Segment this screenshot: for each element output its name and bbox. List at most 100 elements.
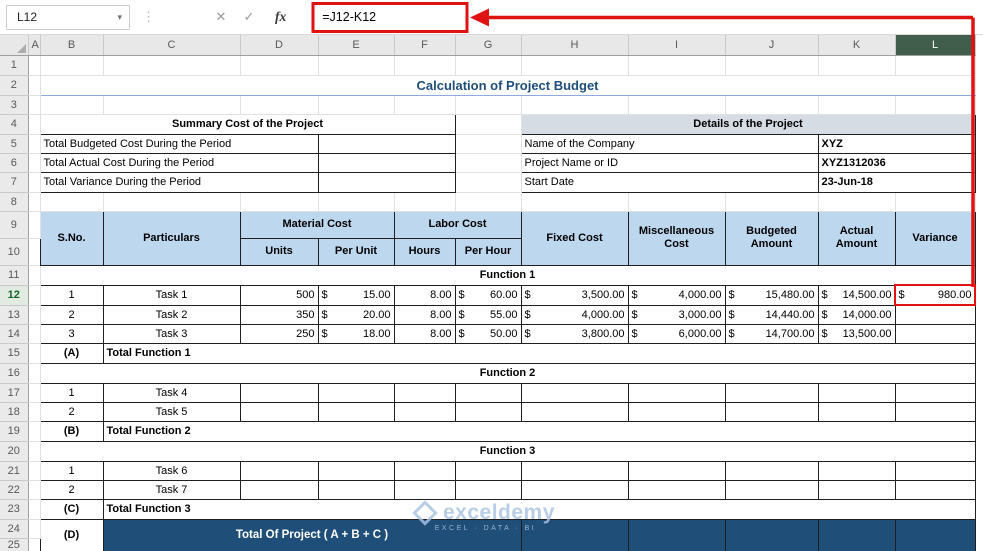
cell[interactable] [40,192,104,212]
cell[interactable]: Task 6 [102,460,241,481]
cell[interactable] [317,382,395,403]
cell[interactable] [627,479,726,500]
cell[interactable]: $13,500.00 [817,323,896,344]
cell[interactable] [817,401,896,422]
cell[interactable] [28,538,41,551]
cell[interactable] [817,382,896,403]
column-header[interactable]: E [318,35,395,56]
cell[interactable] [393,479,456,500]
cell[interactable] [28,153,41,173]
cell[interactable]: 8.00 [393,304,456,325]
cell[interactable] [239,401,319,422]
cell[interactable]: 1 [39,382,104,403]
cell[interactable] [627,460,726,481]
summary-label[interactable]: Total Variance During the Period [39,171,319,193]
summary-label[interactable]: Total Actual Cost During the Period [39,152,319,173]
col-header-units[interactable]: Units [239,237,319,266]
formula-input[interactable]: =J12-K12 [322,10,376,24]
cell[interactable] [455,95,522,115]
row-header[interactable]: 15 [0,343,29,364]
row-header[interactable]: 19 [0,421,29,442]
cell[interactable] [393,460,456,481]
cell[interactable] [28,172,41,193]
cell[interactable]: $14,000.00 [817,304,896,325]
row-header[interactable]: 6 [0,153,29,173]
cell[interactable]: Task 5 [102,401,241,422]
cell[interactable] [817,460,896,481]
row-header[interactable]: 14 [0,324,29,344]
total-function-2[interactable]: Total Function 2 [102,420,976,442]
details-value[interactable]: 23-Jun-18 [817,171,976,193]
cell[interactable] [28,519,41,539]
cell[interactable] [103,192,241,212]
select-all-corner[interactable] [0,35,29,56]
row-header[interactable]: 2 [0,75,29,96]
cell[interactable] [28,441,41,462]
cell[interactable] [455,114,522,135]
cell[interactable] [28,343,41,364]
col-header-actual[interactable]: Actual Amount [817,210,896,266]
cell[interactable] [393,401,456,422]
cell[interactable]: 1 [39,460,104,481]
col-header-sno[interactable]: S.No. [39,210,104,266]
column-header[interactable]: K [818,35,896,56]
insert-function-icon[interactable]: fx [275,9,286,25]
highlighted-variance-cell[interactable]: $980.00 [894,284,976,306]
col-header-per-hour[interactable]: Per Hour [454,237,522,266]
cell[interactable] [318,95,395,115]
cell[interactable] [628,192,726,212]
column-header[interactable]: B [40,35,104,56]
cell[interactable] [40,55,104,76]
cell[interactable] [724,460,819,481]
column-header[interactable]: G [455,35,522,56]
cell[interactable] [818,95,896,115]
row-header[interactable]: 8 [0,192,29,212]
cell[interactable]: 2 [39,304,104,325]
cell[interactable] [455,172,522,193]
cell[interactable]: $20.00 [317,304,395,325]
cell[interactable] [521,192,629,212]
col-header-misc-cost[interactable]: Miscellaneous Cost [627,210,726,266]
total-function-1[interactable]: Total Function 1 [102,342,976,364]
cell[interactable]: 250 [239,323,319,344]
col-header-variance[interactable]: Variance [894,210,976,266]
cell[interactable] [239,460,319,481]
total-function-3[interactable]: Total Function 3 [102,498,976,520]
column-header[interactable]: D [240,35,319,56]
cell[interactable]: $50.00 [454,323,522,344]
cell[interactable]: $4,000.00 [627,284,726,306]
cell[interactable] [627,401,726,422]
cell[interactable]: 2 [39,401,104,422]
cell[interactable]: $6,000.00 [627,323,726,344]
cell[interactable] [28,134,41,154]
cell[interactable]: $15.00 [317,284,395,306]
cell[interactable]: Task 2 [102,304,241,325]
chevron-down-icon[interactable]: ▾ [117,12,122,23]
cell[interactable] [40,95,104,115]
cell[interactable] [28,363,41,384]
cell[interactable] [240,95,319,115]
cell[interactable] [455,134,522,154]
cell[interactable] [318,55,395,76]
col-header-labor-cost[interactable]: Labor Cost [393,210,522,239]
cell[interactable] [521,55,629,76]
row-header[interactable]: 24 [0,519,29,539]
cell[interactable] [318,192,395,212]
cell[interactable] [28,480,41,500]
cell[interactable] [818,192,896,212]
cell[interactable] [817,479,896,500]
cell[interactable] [818,55,896,76]
cell[interactable] [627,382,726,403]
cell[interactable] [28,265,41,286]
details-label[interactable]: Name of the Company [520,133,819,154]
col-header-hours[interactable]: Hours [393,237,456,266]
total-code-d[interactable]: (D) [39,518,104,551]
cell[interactable] [725,192,819,212]
cell[interactable] [455,55,522,76]
summary-label[interactable]: Total Budgeted Cost During the Period [39,133,319,154]
cell[interactable] [894,323,976,344]
cell[interactable] [28,211,41,239]
cell[interactable] [455,153,522,173]
cell[interactable]: 3 [39,323,104,344]
summary-value[interactable] [317,171,456,193]
